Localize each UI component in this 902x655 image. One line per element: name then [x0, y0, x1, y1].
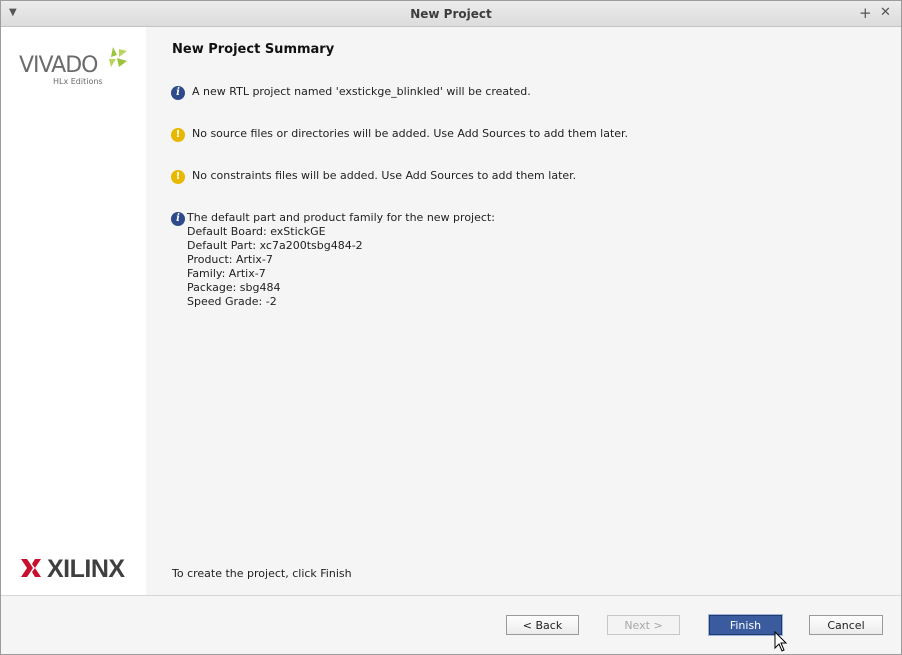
close-icon[interactable]: ✕: [880, 5, 891, 20]
summary-panel: New Project Summary i A new RTL project …: [146, 27, 901, 595]
back-button[interactable]: < Back: [506, 615, 579, 635]
window-title: New Project: [410, 7, 492, 21]
footer-divider: [1, 595, 901, 596]
warning-icon: !: [171, 128, 185, 142]
message-text: No source files or directories will be a…: [192, 127, 629, 140]
speed-grade: Speed Grade: -2: [187, 295, 277, 308]
vivado-wordmark: VIVADO: [19, 53, 98, 78]
sidebar: VIVADO HLx Editions XILINX: [1, 27, 146, 595]
part-info-intro: The default part and product family for …: [187, 211, 495, 224]
maximize-icon[interactable]: +: [859, 4, 872, 22]
xilinx-mark-icon: [21, 559, 41, 577]
next-button[interactable]: Next >: [607, 615, 680, 635]
finish-instruction: To create the project, click Finish: [172, 567, 352, 580]
family: Family: Artix-7: [187, 267, 266, 280]
cancel-button[interactable]: Cancel: [809, 615, 883, 635]
info-icon: i: [171, 86, 185, 100]
default-part: Default Part: xc7a200tsbg484-2: [187, 239, 363, 252]
info-icon: i: [171, 212, 185, 226]
title-bar: ▼ New Project + ✕: [1, 1, 901, 27]
product: Product: Artix-7: [187, 253, 273, 266]
vivado-leaf-icon: [109, 47, 127, 67]
page-title: New Project Summary: [172, 42, 335, 57]
message-text: No constraints files will be added. Use …: [192, 169, 577, 182]
package: Package: sbg484: [187, 281, 281, 294]
vivado-logo: VIVADO HLx Editions: [19, 45, 134, 93]
finish-button[interactable]: Finish: [709, 615, 782, 635]
default-board: Default Board: exStickGE: [187, 225, 326, 238]
warning-icon: !: [171, 170, 185, 184]
mouse-cursor-icon: [774, 631, 788, 652]
xilinx-logo: XILINX: [19, 555, 134, 583]
xilinx-wordmark: XILINX: [47, 555, 125, 583]
vivado-subtitle: HLx Editions: [53, 77, 103, 86]
new-project-dialog: ▼ New Project + ✕ VIVADO HLx Editions XI…: [0, 0, 902, 655]
part-details: The default part and product family for …: [187, 211, 495, 309]
message-text: A new RTL project named 'exstickge_blink…: [192, 85, 531, 98]
